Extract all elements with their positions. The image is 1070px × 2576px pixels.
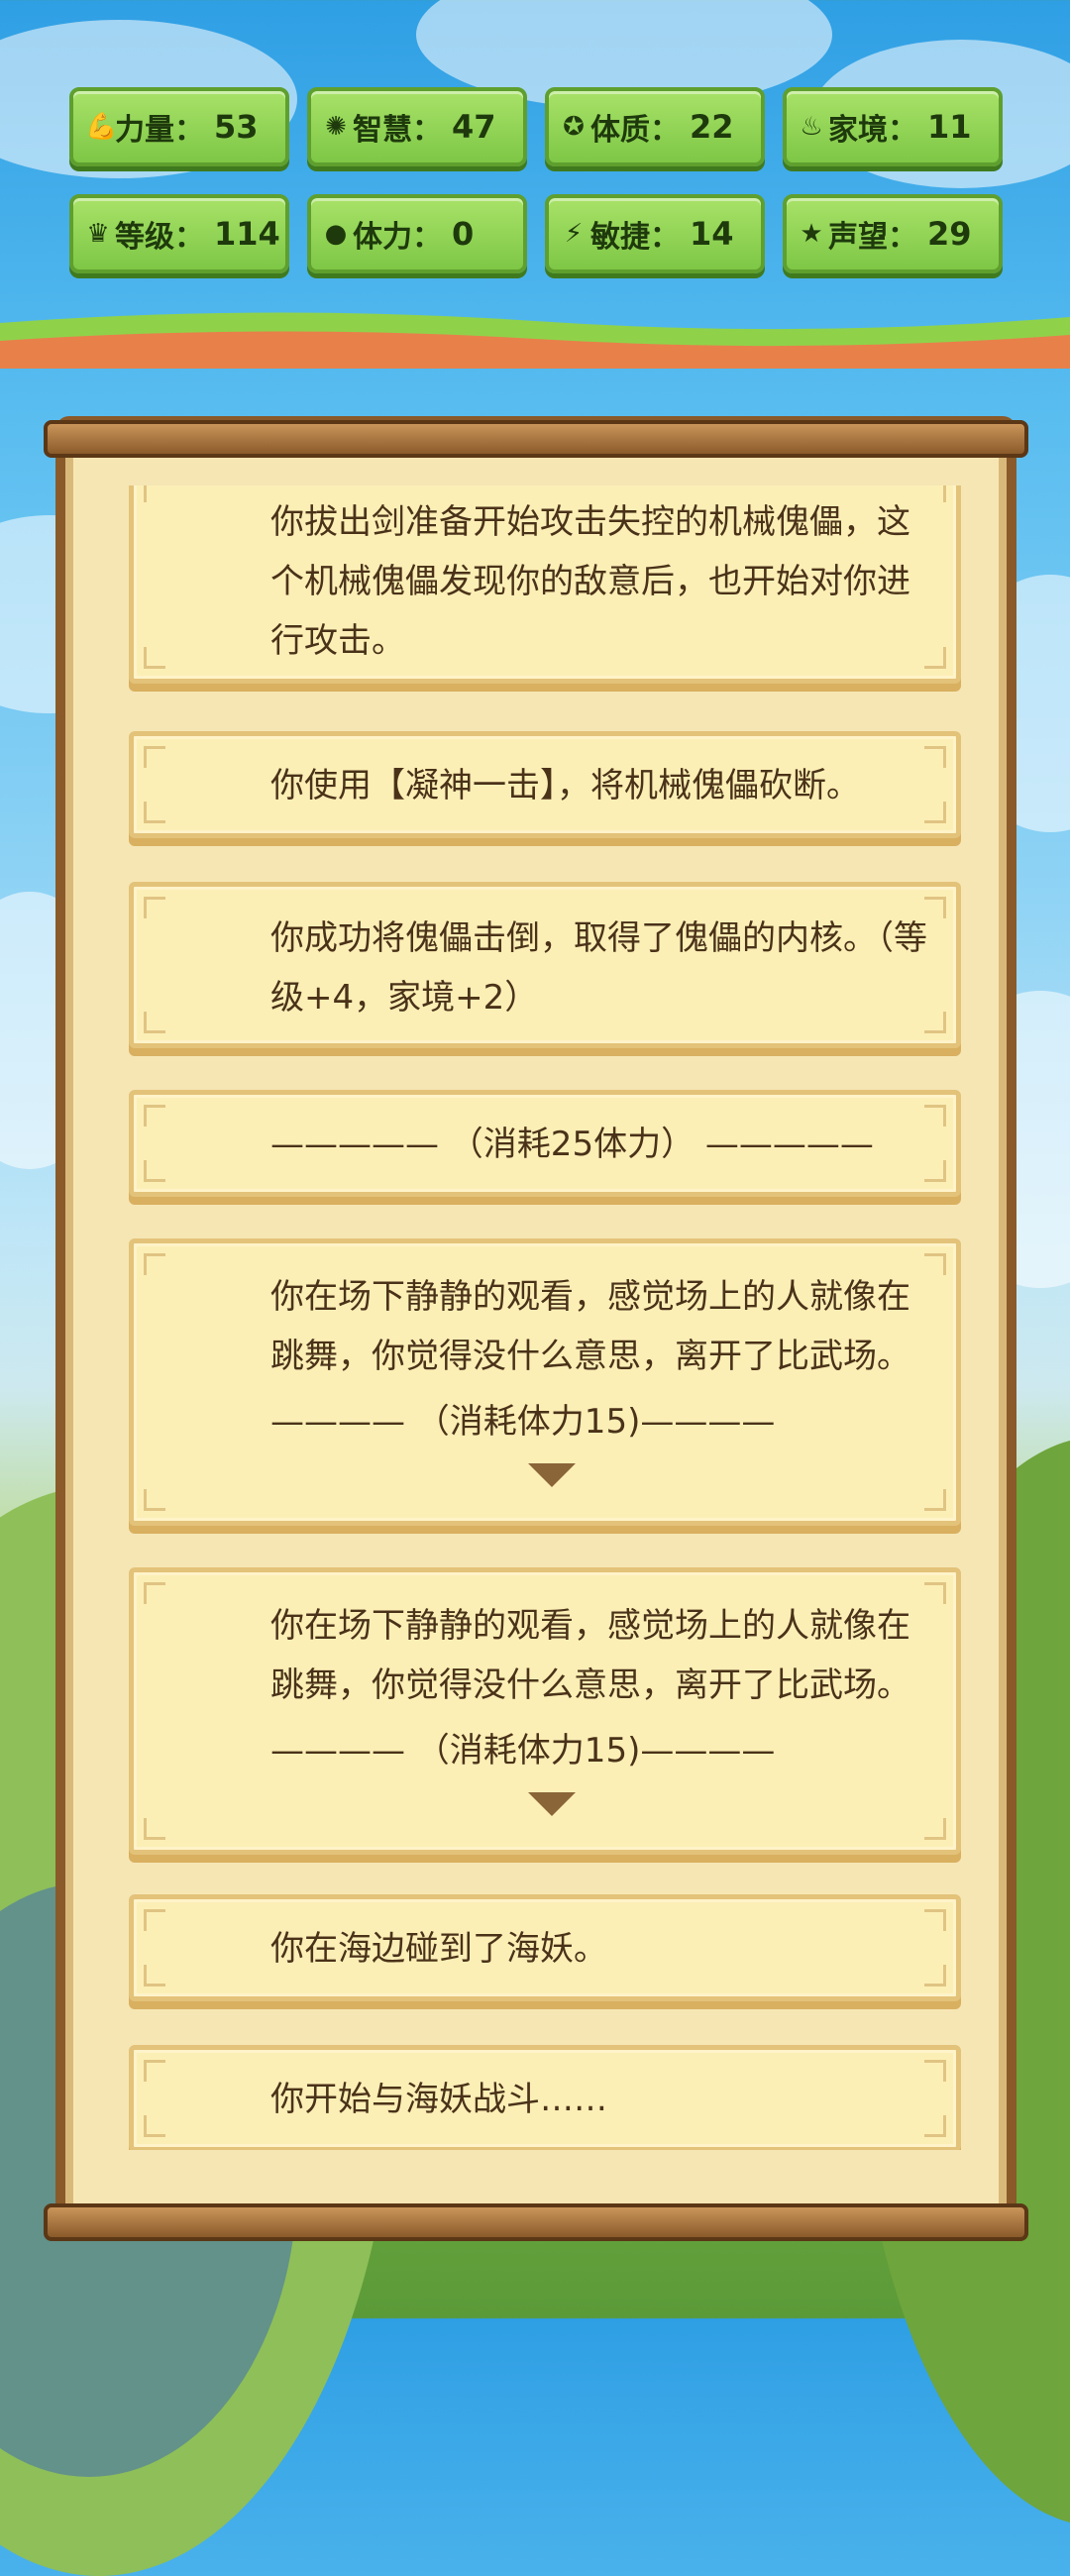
- stat-value: 47: [452, 108, 496, 146]
- header-divider: [0, 312, 1070, 369]
- log-entry: ————— （消耗25体力） —————: [129, 1090, 961, 1197]
- stat-value: 29: [927, 215, 972, 253]
- stat-label: 敏捷：: [590, 220, 680, 255]
- log-text: 你使用【凝神一击】，将机械傀儡砍断。: [270, 766, 860, 805]
- log-text: 你开始与海妖战斗……: [270, 2080, 607, 2119]
- stat-constitution: ✪ 体质： 22: [545, 87, 765, 166]
- stat-label: 智慧：: [353, 113, 442, 148]
- log-entry: 你在场下静静的观看，感觉场上的人就像在跳舞，你觉得没什么意思，离开了比武场。 —…: [129, 1567, 961, 1855]
- stat-label: 等级：: [115, 220, 204, 255]
- stat-label: 力量：: [115, 113, 204, 148]
- stat-reputation: ★ 声望： 29: [783, 194, 1003, 273]
- log-text: 你在场下静静的观看，感觉场上的人就像在跳舞，你觉得没什么意思，离开了比武场。: [270, 1606, 910, 1705]
- stat-agility: ⚡ 敏捷： 14: [545, 194, 765, 273]
- stat-value: 22: [690, 108, 734, 146]
- log-cost: ———— （消耗体力15)————: [270, 1402, 776, 1442]
- stat-value: 0: [452, 215, 475, 253]
- lightning-icon: ⚡: [564, 219, 584, 249]
- stat-wisdom: ✺ 智慧： 47: [307, 87, 527, 166]
- star-icon: ★: [800, 219, 823, 249]
- expand-arrow-icon[interactable]: [528, 1463, 576, 1487]
- log-text: 你在海边碰到了海妖。: [270, 1929, 607, 1969]
- stat-value: 53: [214, 108, 259, 146]
- stat-family: ♨ 家境： 11: [783, 87, 1003, 166]
- crown-icon: ♛: [86, 219, 110, 249]
- wisdom-icon: ✺: [325, 112, 347, 142]
- expand-arrow-icon[interactable]: [528, 1792, 576, 1816]
- log-cost: ———— （消耗体力15)————: [270, 1731, 776, 1771]
- event-log[interactable]: 你拔出剑准备开始攻击失控的机械傀儡，这个机械傀儡发现你的敌意后，也开始对你进行攻…: [129, 485, 961, 2150]
- log-text: 你在场下静静的观看，感觉场上的人就像在跳舞，你觉得没什么意思，离开了比武场。: [270, 1277, 910, 1376]
- stat-stamina: ● 体力： 0: [307, 194, 527, 273]
- constitution-icon: ✪: [563, 112, 585, 142]
- stamina-icon: ●: [324, 219, 348, 249]
- stat-value: 11: [927, 108, 972, 146]
- stat-label: 家境：: [828, 113, 917, 148]
- stats-panel: 💪 力量： 53 ✺ 智慧： 47 ✪ 体质： 22 ♨ 家境： 11 ♛ 等级…: [0, 0, 1070, 337]
- log-cost: ————— （消耗25体力） —————: [270, 1125, 874, 1164]
- stat-value: 14: [690, 215, 734, 253]
- stat-label: 体力：: [353, 220, 442, 255]
- strength-icon: 💪: [85, 112, 118, 142]
- stat-label: 声望：: [828, 220, 917, 255]
- log-entry: 你拔出剑准备开始攻击失控的机械傀儡，这个机械傀儡发现你的敌意后，也开始对你进行攻…: [129, 485, 961, 684]
- family-icon: ♨: [800, 112, 823, 142]
- stat-level: ♛ 等级： 114: [69, 194, 289, 273]
- log-entry: 你在场下静静的观看，感觉场上的人就像在跳舞，你觉得没什么意思，离开了比武场。 —…: [129, 1238, 961, 1526]
- log-entry: 你开始与海妖战斗……: [129, 2045, 961, 2150]
- stat-value: 114: [214, 215, 280, 253]
- log-text: 你成功将傀儡击倒，取得了傀儡的内核。（等级+4，家境+2）: [270, 918, 927, 1018]
- log-entry: 你在海边碰到了海妖。: [129, 1894, 961, 2001]
- stat-strength: 💪 力量： 53: [69, 87, 289, 166]
- scroll-rod-bottom: [44, 2203, 1028, 2241]
- scroll-rod-top: [44, 420, 1028, 458]
- log-text: 你拔出剑准备开始攻击失控的机械傀儡，这个机械傀儡发现你的敌意后，也开始对你进行攻…: [270, 502, 910, 661]
- log-entry: 你成功将傀儡击倒，取得了傀儡的内核。（等级+4，家境+2）: [129, 882, 961, 1048]
- log-entry: 你使用【凝神一击】，将机械傀儡砍断。: [129, 731, 961, 838]
- stat-label: 体质：: [590, 113, 680, 148]
